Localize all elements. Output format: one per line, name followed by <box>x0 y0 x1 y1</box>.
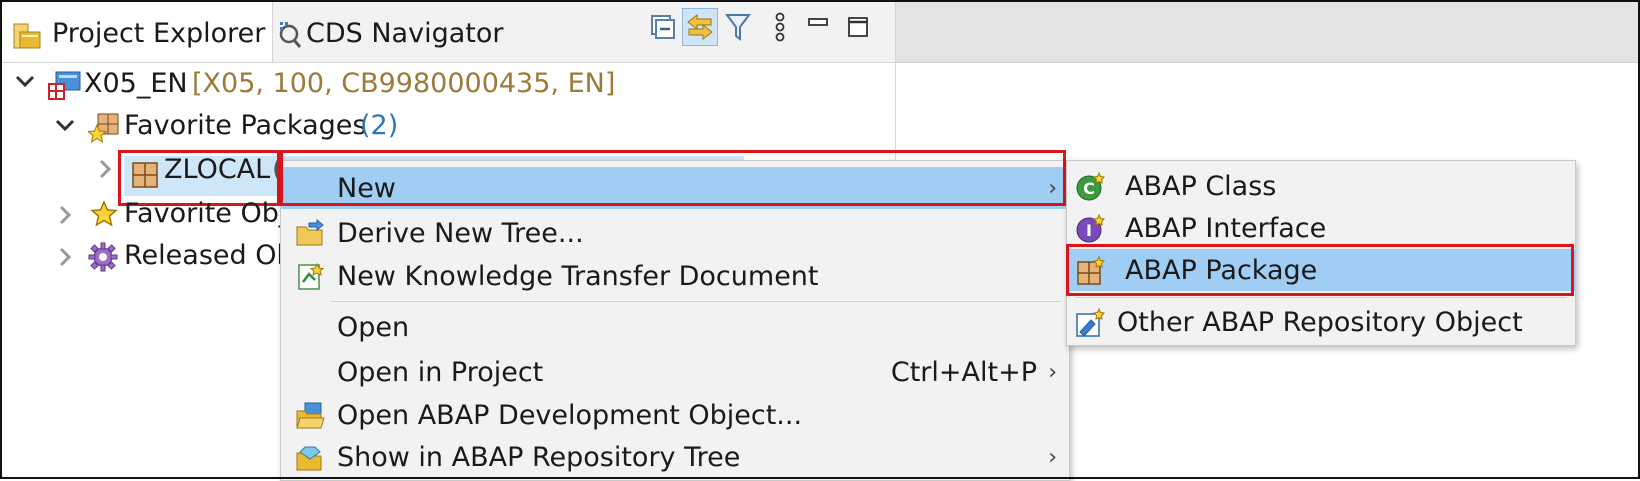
screenshot-border <box>0 0 1640 479</box>
